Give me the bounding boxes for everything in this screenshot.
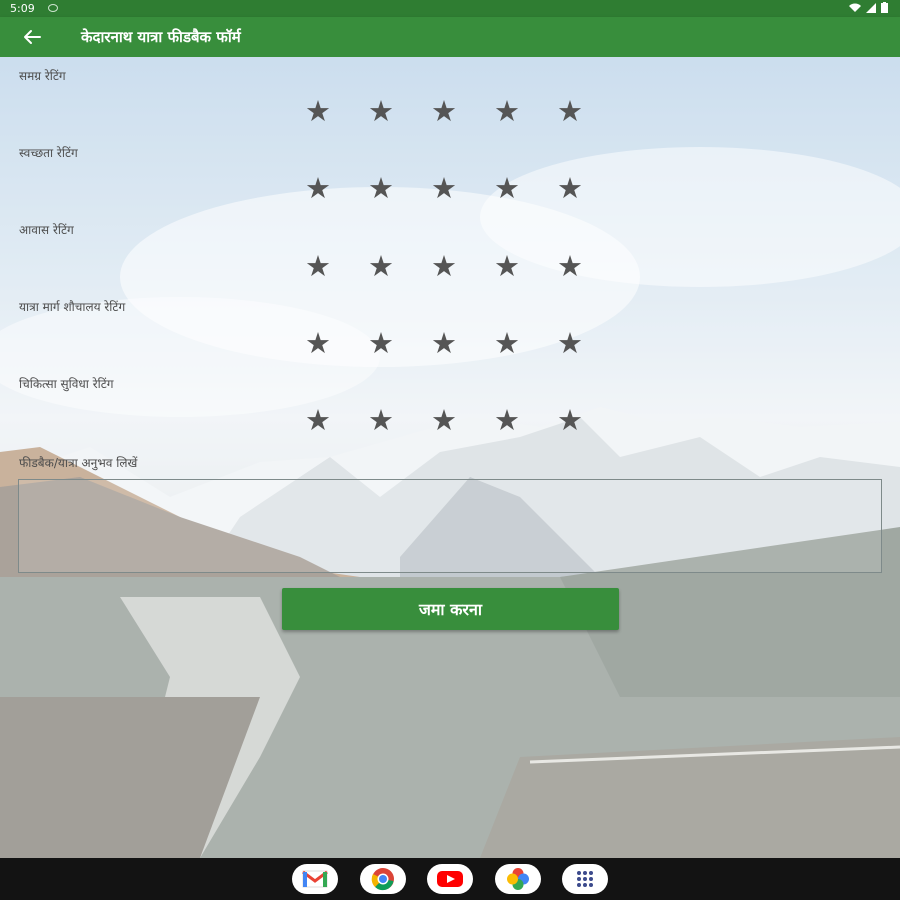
gmail-icon	[302, 870, 328, 888]
star-icon[interactable]: ★	[305, 97, 331, 126]
star-icon[interactable]: ★	[431, 329, 457, 358]
app-drawer-icon	[577, 871, 593, 887]
app-bar: केदारनाथ यात्रा फीडबैक फॉर्म	[0, 17, 900, 57]
youtube-icon	[437, 871, 463, 887]
star-icon[interactable]: ★	[494, 174, 520, 203]
star-icon[interactable]: ★	[431, 252, 457, 281]
rating-label-medical: चिकित्सा सुविधा रेटिंग	[19, 377, 114, 391]
star-icon[interactable]: ★	[557, 97, 583, 126]
rating-stars-overall[interactable]: ★ ★ ★ ★ ★	[305, 97, 605, 126]
wifi-icon	[848, 3, 861, 12]
star-icon[interactable]: ★	[305, 174, 331, 203]
rating-label-overall: समग्र रेटिंग	[19, 69, 66, 83]
app-drawer-button[interactable]	[562, 864, 608, 894]
star-icon[interactable]: ★	[368, 97, 394, 126]
star-icon[interactable]: ★	[557, 174, 583, 203]
photos-icon	[507, 868, 529, 890]
status-bar: 5:09	[0, 0, 900, 17]
rating-label-route-toilet: यात्रा मार्ग शौचालय रेटिंग	[19, 300, 126, 314]
star-icon[interactable]: ★	[494, 97, 520, 126]
signal-icon	[865, 3, 876, 13]
star-icon[interactable]: ★	[305, 252, 331, 281]
submit-button[interactable]: जमा करना	[282, 588, 619, 630]
star-icon[interactable]: ★	[431, 406, 457, 435]
star-icon[interactable]: ★	[368, 252, 394, 281]
status-time: 5:09	[10, 2, 35, 15]
rating-stars-accommodation[interactable]: ★ ★ ★ ★ ★	[305, 252, 605, 281]
rating-stars-cleanliness[interactable]: ★ ★ ★ ★ ★	[305, 174, 605, 203]
gmail-app-button[interactable]	[292, 864, 338, 894]
page-title: केदारनाथ यात्रा फीडबैक फॉर्म	[81, 28, 241, 46]
rating-label-cleanliness: स्वच्छता रेटिंग	[19, 146, 78, 160]
star-icon[interactable]: ★	[557, 252, 583, 281]
feedback-input[interactable]	[18, 479, 882, 573]
battery-icon	[881, 2, 888, 13]
star-icon[interactable]: ★	[557, 406, 583, 435]
star-icon[interactable]: ★	[431, 97, 457, 126]
back-button[interactable]	[18, 23, 46, 51]
star-icon[interactable]: ★	[368, 174, 394, 203]
feedback-label: फीडबैक/यात्रा अनुभव लिखें	[19, 456, 138, 470]
star-icon[interactable]: ★	[368, 329, 394, 358]
star-icon[interactable]: ★	[431, 174, 457, 203]
navigation-bar	[0, 858, 900, 900]
rating-stars-medical[interactable]: ★ ★ ★ ★ ★	[305, 406, 605, 435]
star-icon[interactable]: ★	[305, 406, 331, 435]
chrome-icon	[371, 868, 394, 891]
status-icons	[848, 2, 888, 16]
notification-icon	[48, 4, 58, 12]
star-icon[interactable]: ★	[557, 329, 583, 358]
star-icon[interactable]: ★	[368, 406, 394, 435]
star-icon[interactable]: ★	[305, 329, 331, 358]
rating-label-accommodation: आवास रेटिंग	[19, 223, 74, 237]
photos-app-button[interactable]	[495, 864, 541, 894]
star-icon[interactable]: ★	[494, 406, 520, 435]
youtube-app-button[interactable]	[427, 864, 473, 894]
star-icon[interactable]: ★	[494, 252, 520, 281]
rating-stars-route-toilet[interactable]: ★ ★ ★ ★ ★	[305, 329, 605, 358]
chrome-app-button[interactable]	[360, 864, 406, 894]
arrow-left-icon	[24, 30, 41, 44]
star-icon[interactable]: ★	[494, 329, 520, 358]
